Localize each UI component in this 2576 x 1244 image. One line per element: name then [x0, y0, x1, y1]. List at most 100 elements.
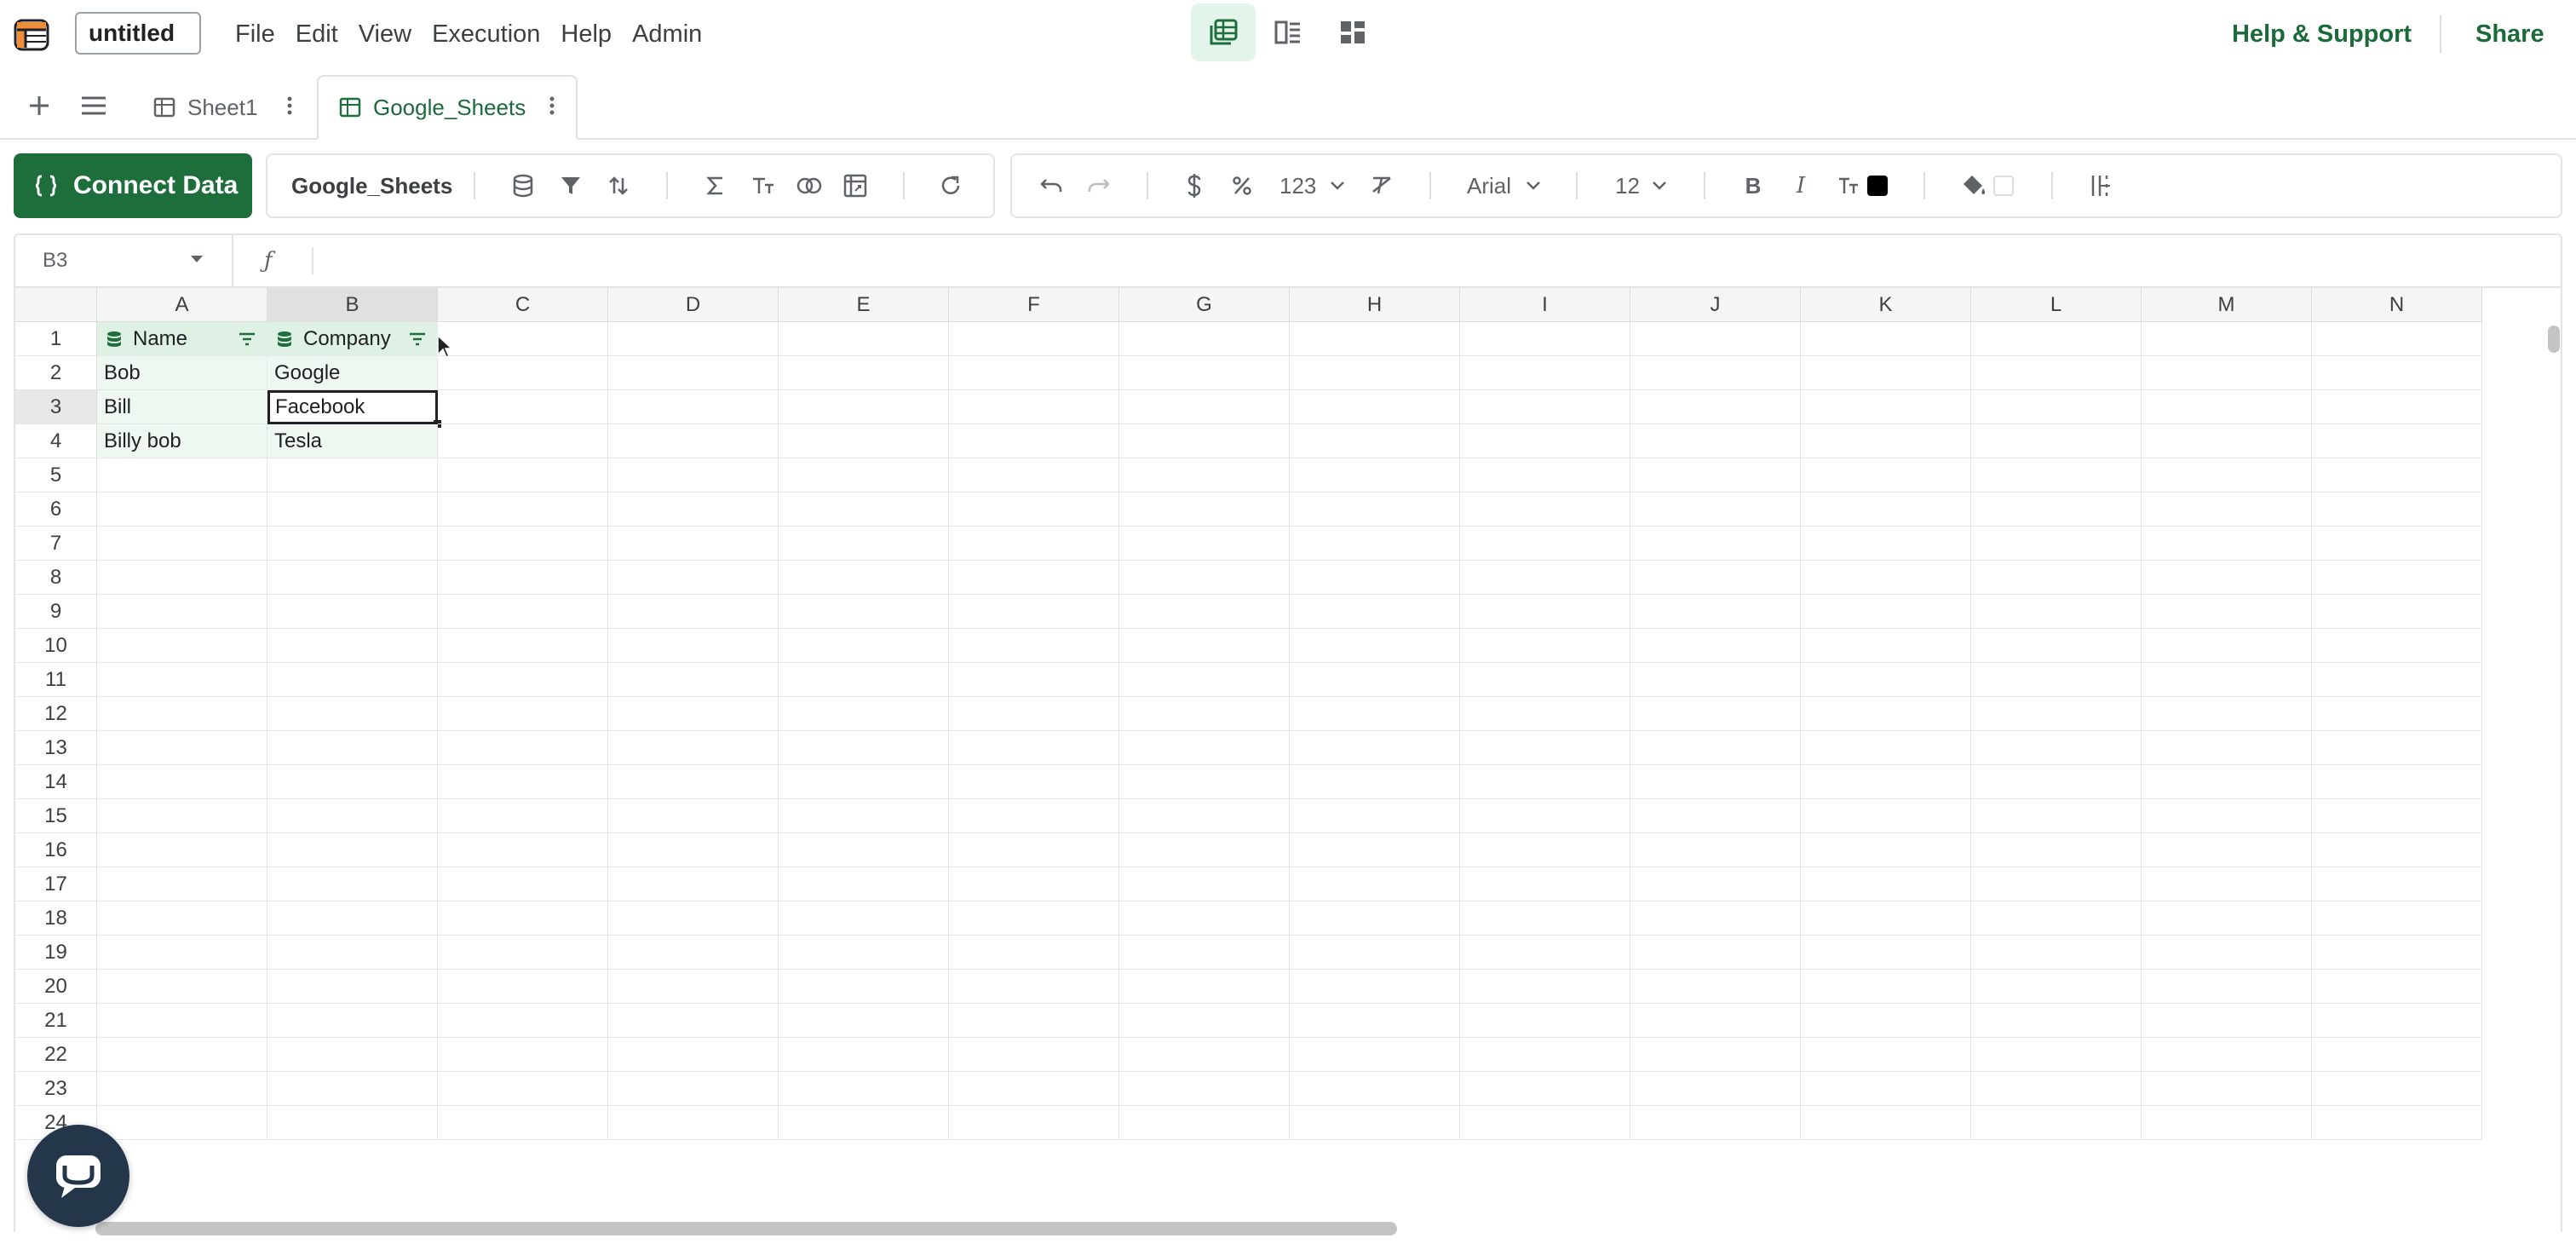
column-header-k[interactable]: K	[1801, 288, 1971, 322]
app-logo-icon[interactable]	[14, 19, 49, 51]
cell-f4[interactable]	[949, 424, 1119, 458]
cell-f18[interactable]	[949, 901, 1119, 936]
cell-n5[interactable]	[2312, 458, 2482, 492]
cell-m22[interactable]	[2142, 1038, 2312, 1072]
row-header-19[interactable]: 19	[15, 936, 97, 970]
cell-n15[interactable]	[2312, 799, 2482, 833]
cell-j14[interactable]	[1630, 765, 1801, 799]
cell-j5[interactable]	[1630, 458, 1801, 492]
cell-j10[interactable]	[1630, 629, 1801, 663]
cell-e24[interactable]	[779, 1106, 949, 1140]
cell-k11[interactable]	[1801, 663, 1971, 697]
cell-d23[interactable]	[608, 1072, 779, 1106]
row-header-15[interactable]: 15	[15, 799, 97, 833]
cell-l24[interactable]	[1971, 1106, 2142, 1140]
cell-n16[interactable]	[2312, 833, 2482, 867]
cell-m13[interactable]	[2142, 731, 2312, 765]
source-header-cell[interactable]: Name	[97, 322, 267, 356]
dashboard-view-button[interactable]	[1320, 3, 1385, 61]
cell-b21[interactable]	[267, 1004, 438, 1038]
cell-l12[interactable]	[1971, 697, 2142, 731]
cell-b24[interactable]	[267, 1106, 438, 1140]
cell-n11[interactable]	[2312, 663, 2482, 697]
row-header-2[interactable]: 2	[15, 356, 97, 390]
cell-e19[interactable]	[779, 936, 949, 970]
cell-j4[interactable]	[1630, 424, 1801, 458]
cell-e6[interactable]	[779, 492, 949, 527]
row-header-5[interactable]: 5	[15, 458, 97, 492]
row-header-14[interactable]: 14	[15, 765, 97, 799]
column-header-c[interactable]: C	[438, 288, 608, 322]
redo-button[interactable]	[1082, 169, 1116, 203]
cell-b6[interactable]	[267, 492, 438, 527]
caret-down-icon[interactable]	[191, 256, 203, 262]
cell-i19[interactable]	[1460, 936, 1630, 970]
cell-d2[interactable]	[608, 356, 779, 390]
column-header-b[interactable]: B	[267, 288, 438, 322]
cell-c23[interactable]	[438, 1072, 608, 1106]
cell-j21[interactable]	[1630, 1004, 1801, 1038]
cell-n19[interactable]	[2312, 936, 2482, 970]
cell-c19[interactable]	[438, 936, 608, 970]
cell-n23[interactable]	[2312, 1072, 2482, 1106]
cell-f11[interactable]	[949, 663, 1119, 697]
cell-i11[interactable]	[1460, 663, 1630, 697]
cell-m15[interactable]	[2142, 799, 2312, 833]
cell-d24[interactable]	[608, 1106, 779, 1140]
cell-g13[interactable]	[1119, 731, 1290, 765]
cell-h23[interactable]	[1290, 1072, 1460, 1106]
cell-f23[interactable]	[949, 1072, 1119, 1106]
cell-c11[interactable]	[438, 663, 608, 697]
cell-g23[interactable]	[1119, 1072, 1290, 1106]
cell-a11[interactable]	[97, 663, 267, 697]
add-sheet-button[interactable]	[20, 87, 58, 124]
menu-edit[interactable]: Edit	[296, 15, 338, 53]
cell-l22[interactable]	[1971, 1038, 2142, 1072]
all-sheets-button[interactable]	[75, 87, 112, 124]
cell-n1[interactable]	[2312, 322, 2482, 356]
menu-admin[interactable]: Admin	[632, 15, 702, 53]
cell-i20[interactable]	[1460, 970, 1630, 1004]
cell-c16[interactable]	[438, 833, 608, 867]
cell-j18[interactable]	[1630, 901, 1801, 936]
cell-k6[interactable]	[1801, 492, 1971, 527]
cell-n2[interactable]	[2312, 356, 2482, 390]
fill-color-button[interactable]	[1958, 169, 1992, 203]
column-header-n[interactable]: N	[2312, 288, 2482, 322]
cell-j6[interactable]	[1630, 492, 1801, 527]
cell-d21[interactable]	[608, 1004, 779, 1038]
google-sheets-options-button[interactable]	[542, 87, 562, 124]
cell-d22[interactable]	[608, 1038, 779, 1072]
cell-b20[interactable]	[267, 970, 438, 1004]
cell-c5[interactable]	[438, 458, 608, 492]
cell-g17[interactable]	[1119, 867, 1290, 901]
cell-f9[interactable]	[949, 595, 1119, 629]
cell-d7[interactable]	[608, 527, 779, 561]
cell-a8[interactable]	[97, 561, 267, 595]
cell-e8[interactable]	[779, 561, 949, 595]
cell-b7[interactable]	[267, 527, 438, 561]
cell-f8[interactable]	[949, 561, 1119, 595]
cell-b10[interactable]	[267, 629, 438, 663]
undo-button[interactable]	[1034, 169, 1068, 203]
cell-g6[interactable]	[1119, 492, 1290, 527]
cell-k5[interactable]	[1801, 458, 1971, 492]
cell-d12[interactable]	[608, 697, 779, 731]
clear-format-button[interactable]	[1365, 169, 1399, 203]
cell-k10[interactable]	[1801, 629, 1971, 663]
fill-color-swatch[interactable]	[1993, 176, 2014, 196]
data-source-name[interactable]: Google_Sheets	[291, 153, 452, 218]
cell-m16[interactable]	[2142, 833, 2312, 867]
cell-h18[interactable]	[1290, 901, 1460, 936]
cell-k14[interactable]	[1801, 765, 1971, 799]
font-family-dropdown[interactable]: Arial	[1467, 169, 1511, 203]
text-color-button[interactable]	[1831, 169, 1866, 203]
vertical-scrollbar[interactable]	[2545, 324, 2562, 361]
cell-m14[interactable]	[2142, 765, 2312, 799]
cell-g10[interactable]	[1119, 629, 1290, 663]
cell-n6[interactable]	[2312, 492, 2482, 527]
formula-input[interactable]	[322, 235, 2537, 286]
cell-f21[interactable]	[949, 1004, 1119, 1038]
cell-m6[interactable]	[2142, 492, 2312, 527]
row-header-17[interactable]: 17	[15, 867, 97, 901]
